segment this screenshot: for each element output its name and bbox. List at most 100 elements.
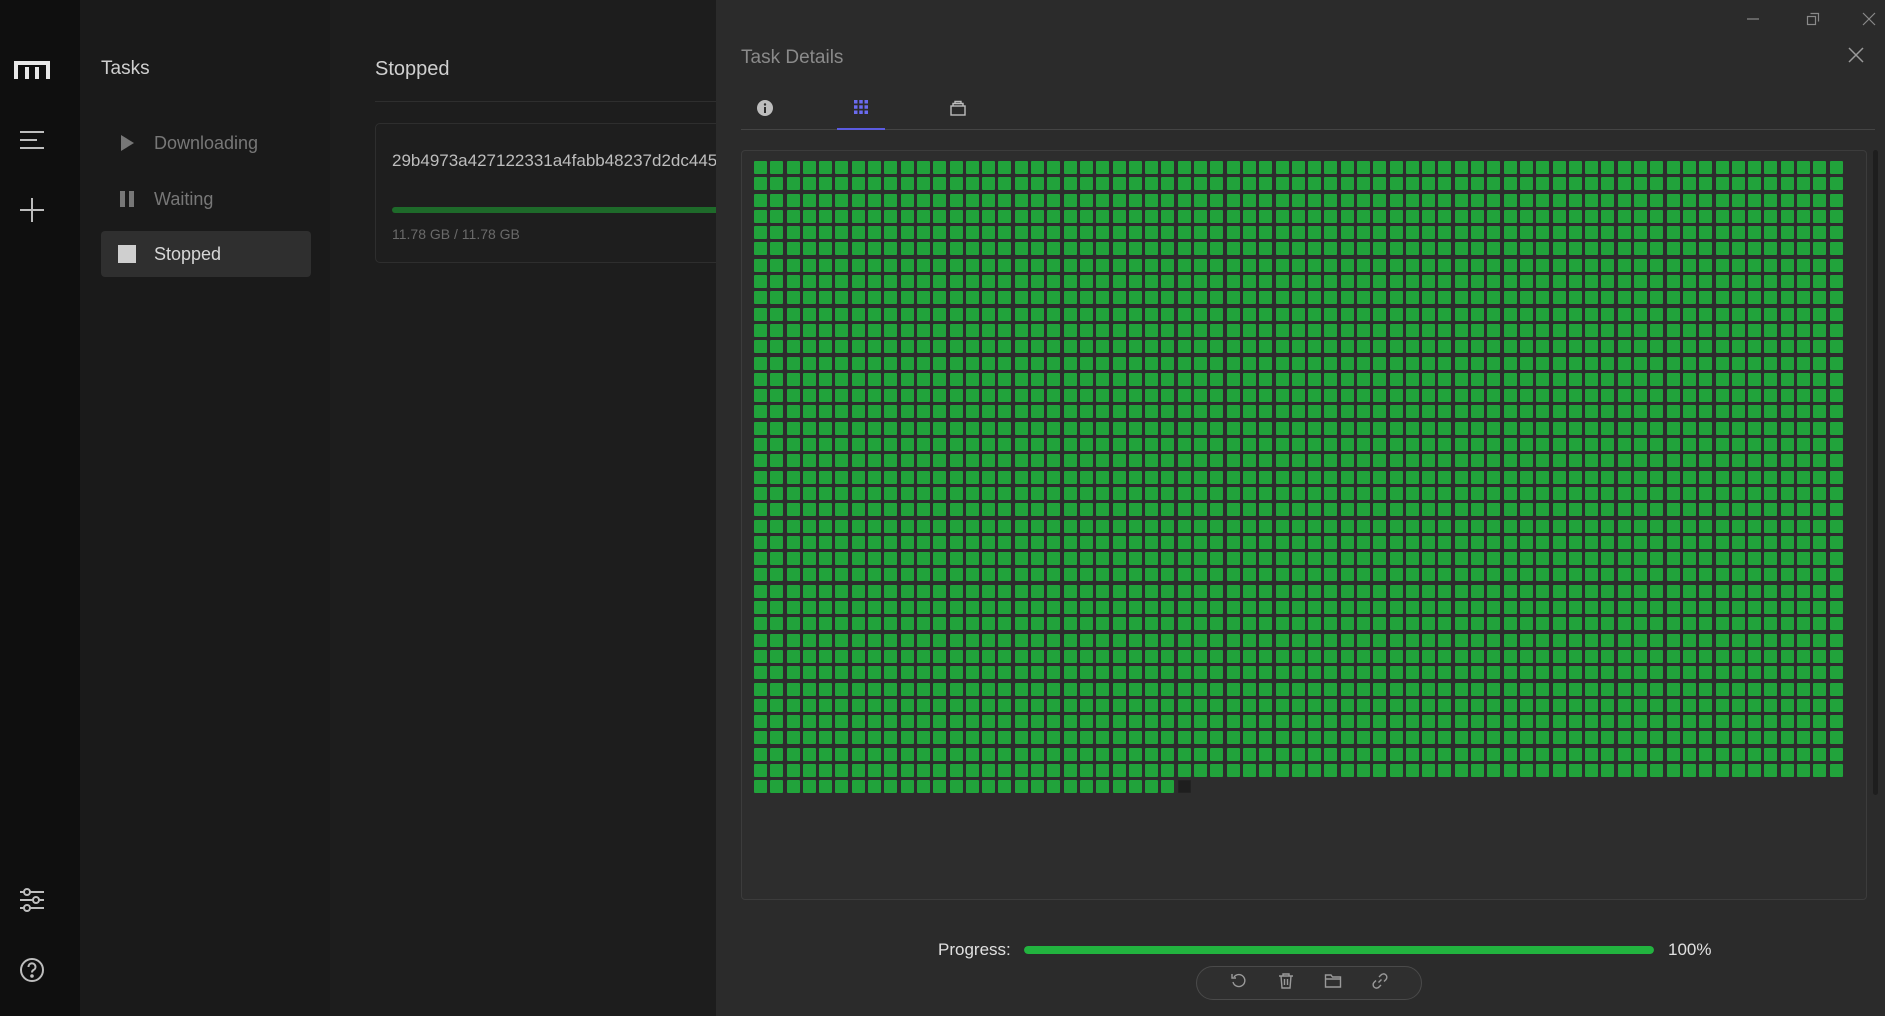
piece-complete <box>1210 291 1224 305</box>
tab-info[interactable] <box>741 90 789 130</box>
piece-complete <box>1275 242 1289 256</box>
piece-complete <box>1389 601 1403 615</box>
piece-complete <box>1634 275 1648 289</box>
pieces-scrollbar[interactable] <box>1873 150 1878 795</box>
piece-complete <box>1454 307 1468 321</box>
piece-complete <box>1145 715 1159 729</box>
piece-complete <box>982 177 996 191</box>
sidebar-item-stopped[interactable]: Stopped <box>101 231 311 277</box>
drawer-close-icon[interactable] <box>1844 43 1868 67</box>
piece-complete <box>1797 715 1810 729</box>
piece-complete <box>1699 584 1713 598</box>
tab-pieces[interactable] <box>837 90 885 130</box>
maximize-icon[interactable] <box>1798 4 1828 34</box>
piece-complete <box>1748 486 1762 500</box>
piece-complete <box>835 242 849 256</box>
open-folder-button[interactable] <box>1321 971 1345 995</box>
sidebar-item-waiting[interactable]: Waiting <box>101 176 311 222</box>
piece-complete <box>1373 291 1387 305</box>
delete-button[interactable] <box>1274 971 1298 995</box>
piece-complete <box>1780 715 1794 729</box>
piece-complete <box>868 617 882 631</box>
piece-complete <box>1666 242 1680 256</box>
piece-complete <box>965 193 979 207</box>
piece-complete <box>786 275 800 289</box>
copy-link-button[interactable] <box>1368 971 1392 995</box>
piece-complete <box>1568 226 1582 240</box>
close-icon[interactable] <box>1854 4 1884 34</box>
piece-complete <box>998 535 1012 549</box>
piece-complete <box>884 258 898 272</box>
piece-complete <box>1291 666 1305 680</box>
piece-complete <box>1438 601 1452 615</box>
piece-complete <box>1764 519 1778 533</box>
tab-files[interactable] <box>934 90 982 130</box>
piece-complete <box>1519 177 1533 191</box>
help-icon[interactable] <box>14 952 50 988</box>
piece-complete <box>900 454 914 468</box>
piece-complete <box>1829 421 1843 435</box>
piece-complete <box>1471 421 1485 435</box>
piece-complete <box>1340 649 1354 663</box>
piece-complete <box>1177 372 1191 386</box>
piece-complete <box>1031 405 1045 419</box>
piece-complete <box>1177 715 1191 729</box>
sidebar-item-downloading[interactable]: Downloading <box>101 120 311 166</box>
piece-complete <box>1813 307 1827 321</box>
details-tabs <box>741 90 1875 130</box>
piece-complete <box>1601 454 1615 468</box>
piece-complete <box>1682 372 1696 386</box>
piece-complete <box>1568 584 1582 598</box>
restart-button[interactable] <box>1227 971 1251 995</box>
menu-icon[interactable] <box>14 122 50 158</box>
piece-complete <box>1112 258 1126 272</box>
piece-complete <box>1324 568 1338 582</box>
piece-complete <box>819 372 833 386</box>
piece-complete <box>949 601 963 615</box>
task-card[interactable]: 29b4973a427122331a4fabb48237d2dc445 11.7… <box>375 123 735 263</box>
piece-complete <box>1536 356 1550 370</box>
piece-complete <box>1308 682 1322 696</box>
piece-complete <box>851 177 865 191</box>
piece-complete <box>1454 552 1468 566</box>
piece-complete <box>1715 601 1729 615</box>
piece-complete <box>933 323 947 337</box>
piece-complete <box>1699 389 1713 403</box>
piece-complete <box>1422 389 1436 403</box>
piece-complete <box>1079 372 1093 386</box>
piece-complete <box>1422 731 1436 745</box>
piece-complete <box>835 454 849 468</box>
logo-icon[interactable] <box>14 52 50 88</box>
piece-complete <box>1210 193 1224 207</box>
piece-complete <box>1471 356 1485 370</box>
piece-complete <box>900 486 914 500</box>
piece-complete <box>1242 258 1256 272</box>
piece-complete <box>1585 486 1599 500</box>
piece-complete <box>1242 535 1256 549</box>
settings-sliders-icon[interactable] <box>14 882 50 918</box>
piece-complete <box>851 780 865 794</box>
piece-complete <box>802 470 816 484</box>
piece-complete <box>1536 486 1550 500</box>
piece-complete <box>1275 161 1289 174</box>
piece-complete <box>802 698 816 712</box>
piece-complete <box>851 682 865 696</box>
piece-complete <box>916 649 930 663</box>
piece-complete <box>1780 470 1794 484</box>
piece-complete <box>1014 666 1028 680</box>
piece-complete <box>1340 209 1354 223</box>
minimize-icon[interactable] <box>1738 4 1768 34</box>
piece-complete <box>1405 470 1419 484</box>
piece-complete <box>1340 258 1354 272</box>
piece-complete <box>1210 763 1224 777</box>
piece-complete <box>1731 535 1745 549</box>
piece-complete <box>1601 519 1615 533</box>
piece-complete <box>1813 715 1827 729</box>
add-icon[interactable] <box>14 192 50 228</box>
piece-complete <box>1617 209 1631 223</box>
piece-complete <box>1682 470 1696 484</box>
piece-complete <box>1471 389 1485 403</box>
piece-complete <box>1422 698 1436 712</box>
piece-complete <box>1666 356 1680 370</box>
piece-complete <box>1519 438 1533 452</box>
